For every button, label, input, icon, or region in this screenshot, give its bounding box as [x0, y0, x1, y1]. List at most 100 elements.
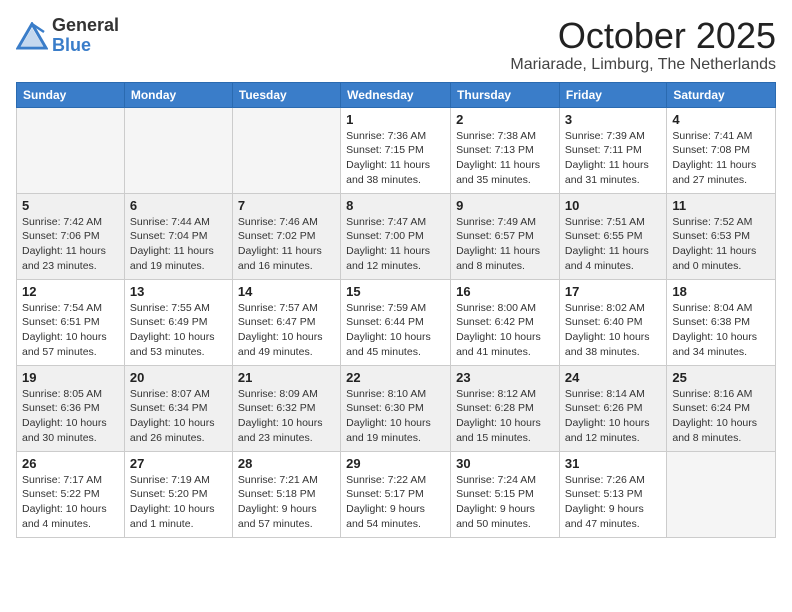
day-info: Sunrise: 7:17 AMSunset: 5:22 PMDaylight:… [22, 473, 119, 532]
day-info: Sunrise: 7:19 AMSunset: 5:20 PMDaylight:… [130, 473, 227, 532]
day-info: Sunrise: 7:42 AMSunset: 7:06 PMDaylight:… [22, 215, 119, 274]
calendar-cell: 18 Sunrise: 8:04 AMSunset: 6:38 PMDayligh… [667, 279, 776, 365]
weekday-header: Friday [559, 82, 666, 107]
day-info: Sunrise: 7:41 AMSunset: 7:08 PMDaylight:… [672, 129, 770, 188]
day-info: Sunrise: 8:05 AMSunset: 6:36 PMDaylight:… [22, 387, 119, 446]
day-number: 23 [456, 370, 554, 385]
logo-icon [16, 22, 48, 50]
day-number: 26 [22, 456, 119, 471]
day-number: 7 [238, 198, 335, 213]
calendar-week-row: 12 Sunrise: 7:54 AMSunset: 6:51 PMDayligh… [17, 279, 776, 365]
day-info: Sunrise: 8:12 AMSunset: 6:28 PMDaylight:… [456, 387, 554, 446]
calendar-week-row: 26 Sunrise: 7:17 AMSunset: 5:22 PMDayligh… [17, 451, 776, 537]
calendar-cell: 12 Sunrise: 7:54 AMSunset: 6:51 PMDayligh… [17, 279, 125, 365]
page-header: General Blue October 2025 Mariarade, Lim… [16, 16, 776, 74]
day-info: Sunrise: 8:10 AMSunset: 6:30 PMDaylight:… [346, 387, 445, 446]
day-number: 16 [456, 284, 554, 299]
day-number: 29 [346, 456, 445, 471]
logo-blue-text: Blue [52, 36, 119, 56]
weekday-header: Saturday [667, 82, 776, 107]
calendar-cell: 2Sunrise: 7:38 AMSunset: 7:13 PMDaylight… [451, 107, 560, 193]
day-number: 27 [130, 456, 227, 471]
calendar-cell: 4 Sunrise: 7:41 AMSunset: 7:08 PMDaylight… [667, 107, 776, 193]
calendar-cell: 15 Sunrise: 7:59 AMSunset: 6:44 PMDayligh… [341, 279, 451, 365]
day-info: Sunrise: 8:16 AMSunset: 6:24 PMDaylight:… [672, 387, 770, 446]
day-info: Sunrise: 8:07 AMSunset: 6:34 PMDaylight:… [130, 387, 227, 446]
calendar-cell: 3 Sunrise: 7:39 AMSunset: 7:11 PMDaylight… [559, 107, 666, 193]
calendar-week-row: 5 Sunrise: 7:42 AMSunset: 7:06 PMDaylight… [17, 193, 776, 279]
calendar-cell: 28Sunrise: 7:21 AMSunset: 5:18 PMDayligh… [232, 451, 340, 537]
day-info: Sunrise: 7:57 AMSunset: 6:47 PMDaylight:… [238, 301, 335, 360]
calendar-cell: 1 Sunrise: 7:36 AMSunset: 7:15 PMDaylight… [341, 107, 451, 193]
day-number: 4 [672, 112, 770, 127]
day-number: 31 [565, 456, 661, 471]
day-number: 10 [565, 198, 661, 213]
day-number: 12 [22, 284, 119, 299]
day-info: Sunrise: 8:04 AMSunset: 6:38 PMDaylight:… [672, 301, 770, 360]
day-info: Sunrise: 7:49 AMSunset: 6:57 PMDaylight:… [456, 215, 554, 274]
day-info: Sunrise: 7:47 AMSunset: 7:00 PMDaylight:… [346, 215, 445, 274]
logo-general-text: General [52, 16, 119, 36]
day-number: 25 [672, 370, 770, 385]
calendar-cell: 26 Sunrise: 7:17 AMSunset: 5:22 PMDayligh… [17, 451, 125, 537]
day-number: 17 [565, 284, 661, 299]
calendar-cell: 7 Sunrise: 7:46 AMSunset: 7:02 PMDaylight… [232, 193, 340, 279]
day-info: Sunrise: 7:54 AMSunset: 6:51 PMDaylight:… [22, 301, 119, 360]
day-info: Sunrise: 7:36 AMSunset: 7:15 PMDaylight:… [346, 129, 445, 188]
day-number: 30 [456, 456, 554, 471]
day-number: 2 [456, 112, 554, 127]
day-info: Sunrise: 7:55 AMSunset: 6:49 PMDaylight:… [130, 301, 227, 360]
calendar-cell: 14Sunrise: 7:57 AMSunset: 6:47 PMDayligh… [232, 279, 340, 365]
day-info: Sunrise: 7:59 AMSunset: 6:44 PMDaylight:… [346, 301, 445, 360]
calendar-cell: 8 Sunrise: 7:47 AMSunset: 7:00 PMDaylight… [341, 193, 451, 279]
day-info: Sunrise: 8:02 AMSunset: 6:40 PMDaylight:… [565, 301, 661, 360]
location-title: Mariarade, Limburg, The Netherlands [510, 56, 776, 74]
day-number: 21 [238, 370, 335, 385]
day-number: 1 [346, 112, 445, 127]
calendar-cell [124, 107, 232, 193]
calendar-cell: 19 Sunrise: 8:05 AMSunset: 6:36 PMDayligh… [17, 365, 125, 451]
calendar-cell: 17 Sunrise: 8:02 AMSunset: 6:40 PMDayligh… [559, 279, 666, 365]
calendar-cell [232, 107, 340, 193]
calendar-cell: 5 Sunrise: 7:42 AMSunset: 7:06 PMDaylight… [17, 193, 125, 279]
day-info: Sunrise: 8:14 AMSunset: 6:26 PMDaylight:… [565, 387, 661, 446]
calendar-cell: 13 Sunrise: 7:55 AMSunset: 6:49 PMDayligh… [124, 279, 232, 365]
calendar-cell: 16Sunrise: 8:00 AMSunset: 6:42 PMDayligh… [451, 279, 560, 365]
day-number: 20 [130, 370, 227, 385]
calendar-cell: 23 Sunrise: 8:12 AMSunset: 6:28 PMDayligh… [451, 365, 560, 451]
title-block: October 2025 Mariarade, Limburg, The Net… [510, 16, 776, 74]
day-number: 3 [565, 112, 661, 127]
weekday-header: Tuesday [232, 82, 340, 107]
calendar-cell [667, 451, 776, 537]
logo-text: General Blue [52, 16, 119, 56]
day-info: Sunrise: 7:46 AMSunset: 7:02 PMDaylight:… [238, 215, 335, 274]
day-number: 9 [456, 198, 554, 213]
day-number: 19 [22, 370, 119, 385]
calendar-cell: 21Sunrise: 8:09 AMSunset: 6:32 PMDayligh… [232, 365, 340, 451]
calendar-cell: 10Sunrise: 7:51 AMSunset: 6:55 PMDayligh… [559, 193, 666, 279]
calendar-cell: 9 Sunrise: 7:49 AMSunset: 6:57 PMDaylight… [451, 193, 560, 279]
day-info: Sunrise: 7:24 AMSunset: 5:15 PMDaylight:… [456, 473, 554, 532]
calendar-cell: 27 Sunrise: 7:19 AMSunset: 5:20 PMDayligh… [124, 451, 232, 537]
day-info: Sunrise: 7:52 AMSunset: 6:53 PMDaylight:… [672, 215, 770, 274]
calendar-cell: 6 Sunrise: 7:44 AMSunset: 7:04 PMDaylight… [124, 193, 232, 279]
day-number: 22 [346, 370, 445, 385]
day-number: 5 [22, 198, 119, 213]
day-number: 13 [130, 284, 227, 299]
calendar-week-row: 1 Sunrise: 7:36 AMSunset: 7:15 PMDaylight… [17, 107, 776, 193]
day-number: 8 [346, 198, 445, 213]
calendar-cell: 20 Sunrise: 8:07 AMSunset: 6:34 PMDayligh… [124, 365, 232, 451]
calendar-cell [17, 107, 125, 193]
calendar-cell: 24Sunrise: 8:14 AMSunset: 6:26 PMDayligh… [559, 365, 666, 451]
weekday-header: Wednesday [341, 82, 451, 107]
day-info: Sunrise: 7:26 AMSunset: 5:13 PMDaylight:… [565, 473, 661, 532]
calendar-cell: 11Sunrise: 7:52 AMSunset: 6:53 PMDayligh… [667, 193, 776, 279]
day-number: 15 [346, 284, 445, 299]
day-info: Sunrise: 7:22 AMSunset: 5:17 PMDaylight:… [346, 473, 445, 532]
day-info: Sunrise: 7:39 AMSunset: 7:11 PMDaylight:… [565, 129, 661, 188]
day-number: 18 [672, 284, 770, 299]
month-title: October 2025 [510, 16, 776, 56]
day-info: Sunrise: 7:44 AMSunset: 7:04 PMDaylight:… [130, 215, 227, 274]
day-number: 6 [130, 198, 227, 213]
calendar-cell: 29 Sunrise: 7:22 AMSunset: 5:17 PMDayligh… [341, 451, 451, 537]
